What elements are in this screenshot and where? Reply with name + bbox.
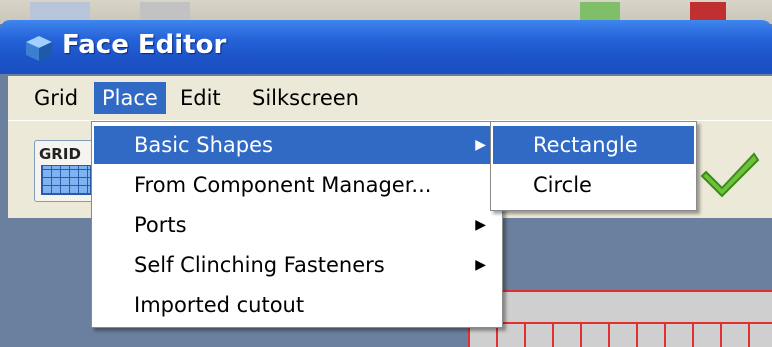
menu-bar: Grid Place Edit Silkscreen <box>8 76 772 120</box>
basic-shapes-submenu: Rectangle Circle <box>490 121 697 211</box>
menu-item-label: From Component Manager... <box>134 173 432 197</box>
menu-edit[interactable]: Edit <box>172 82 229 114</box>
menu-grid[interactable]: Grid <box>26 82 86 114</box>
grid-button[interactable]: GRID <box>34 140 98 202</box>
menu-item-imported-cutout[interactable]: Imported cutout <box>94 286 500 324</box>
menu-item-circle[interactable]: Circle <box>493 166 694 204</box>
submenu-arrow-icon: ▶ <box>475 257 486 273</box>
menu-place[interactable]: Place <box>94 82 166 114</box>
menu-item-label: Ports <box>134 213 187 237</box>
canvas-grid-ticks <box>468 324 772 347</box>
menu-silkscreen[interactable]: Silkscreen <box>244 82 367 114</box>
menu-item-label: Circle <box>533 173 592 197</box>
menu-item-self-clinching-fasteners[interactable]: Self Clinching Fasteners ▶ <box>94 246 500 284</box>
menu-item-ports[interactable]: Ports ▶ <box>94 206 500 244</box>
grid-button-label: GRID <box>39 145 81 163</box>
app-cube-icon <box>26 36 52 61</box>
face-canvas[interactable] <box>468 290 772 347</box>
place-menu-dropdown: Basic Shapes ▶ From Component Manager...… <box>91 121 503 328</box>
submenu-arrow-icon: ▶ <box>475 137 486 153</box>
menu-item-label: Self Clinching Fasteners <box>134 253 385 277</box>
menu-item-label: Rectangle <box>533 133 638 157</box>
menu-item-rectangle[interactable]: Rectangle <box>493 126 694 164</box>
submenu-arrow-icon: ▶ <box>475 217 486 233</box>
menu-item-label: Imported cutout <box>134 293 305 317</box>
window-title: Face Editor <box>62 30 227 60</box>
checkmark-icon[interactable] <box>700 146 760 198</box>
menu-item-label: Basic Shapes <box>134 133 273 157</box>
grid-icon <box>41 165 91 195</box>
menu-item-basic-shapes[interactable]: Basic Shapes ▶ <box>94 126 500 164</box>
menu-item-from-component-manager[interactable]: From Component Manager... <box>94 166 500 204</box>
